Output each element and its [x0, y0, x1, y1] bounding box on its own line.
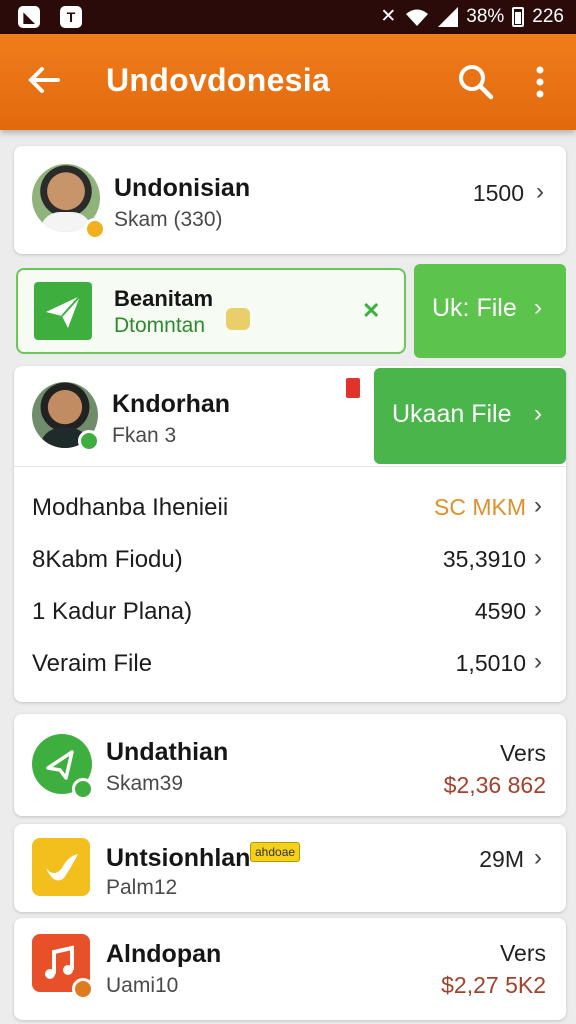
list-item-value: 35,3910 — [442, 546, 526, 572]
chevron-right-icon: › — [534, 648, 542, 675]
contact-name: Kndorhan — [112, 390, 231, 418]
list-item[interactable]: Modhanba Ihenieii SC MKM › — [14, 486, 566, 530]
contact-value: 1500 — [472, 180, 524, 206]
uk-file-button[interactable]: Uk: File › — [414, 264, 566, 358]
signal-icon — [438, 6, 459, 27]
emoji-sticker-icon — [226, 308, 250, 330]
contact-card[interactable]: Undonisian Skam (330) 1500 › — [14, 146, 566, 254]
list-item-value: 1,5010 — [455, 650, 526, 676]
back-arrow-icon[interactable] — [24, 60, 68, 104]
battery-icon — [512, 6, 525, 27]
mute-icon: ✕ — [380, 6, 397, 27]
app-name: Undathian — [106, 738, 229, 766]
clock: 226 — [532, 5, 564, 27]
app-subtitle: Skam39 — [106, 772, 184, 795]
contact-subtitle: Skam (330) — [114, 208, 223, 231]
battery-percent: 38% — [466, 5, 505, 27]
app-card[interactable]: Untsionhlan ahdoae Palm12 29M › — [14, 824, 566, 912]
app-price: $2,27 5K2 — [441, 972, 546, 998]
chevron-right-icon: › — [534, 492, 542, 519]
list-item-value: SC MKM — [434, 494, 526, 520]
contact-name: Undonisian — [114, 174, 251, 202]
app-name: Alndopan — [106, 940, 222, 968]
app-subtitle: Palm12 — [106, 876, 178, 899]
app-top-value: 29M — [479, 846, 524, 872]
contact-subtitle: Fkan 3 — [112, 424, 177, 447]
file-card[interactable]: Beanitam Dtomntan ✕ — [16, 268, 406, 354]
list-item-label: Modhanba Ihenieii — [32, 494, 229, 521]
list-item-label: 1 Kadur Plana) — [32, 598, 193, 625]
list-item[interactable]: Veraim File 1,5010 › — [14, 642, 566, 686]
status-bar: ◣ T ✕ 38% 226 — [0, 0, 576, 34]
app-price: $2,36 862 — [443, 772, 546, 798]
app-title: Undovdonesia — [106, 62, 331, 98]
status-badge — [72, 778, 94, 800]
chevron-right-icon: › — [534, 596, 542, 623]
list-item[interactable]: 8Kabm Fiodu) 35,3910 › — [14, 538, 566, 582]
divider — [14, 466, 566, 467]
list-item-label: 8Kabm Fiodu) — [32, 546, 183, 573]
app-bar: Undovdonesia — [0, 34, 576, 130]
wifi-icon — [406, 9, 429, 26]
status-badge — [78, 430, 100, 452]
app-card[interactable]: Alndopan Uami10 Vers $2,27 5K2 — [14, 918, 566, 1020]
chevron-right-icon: › — [534, 294, 542, 321]
chevron-right-icon: › — [534, 844, 542, 871]
list-item[interactable]: 1 Kadur Plana) 4590 › — [14, 590, 566, 634]
search-icon[interactable] — [456, 62, 496, 102]
app-tag: ahdoae — [250, 842, 301, 862]
red-tag-icon — [346, 378, 360, 398]
notification-icon: ◣ — [18, 6, 40, 28]
app-subtitle: Uami10 — [106, 974, 179, 997]
file-subtitle: Dtomntan — [114, 314, 206, 337]
list-item-value: 4590 — [474, 598, 526, 624]
status-badge — [72, 978, 94, 1000]
t-app-icon: T — [60, 6, 82, 28]
more-vert-icon[interactable] — [526, 62, 554, 102]
app-card[interactable]: Undathian Skam39 Vers $2,36 862 — [14, 714, 566, 816]
share-icon[interactable]: ✕ — [362, 298, 380, 324]
chevron-right-icon: › — [536, 178, 544, 205]
app-name: Untsionhlan — [106, 844, 251, 872]
list-item-label: Veraim File — [32, 650, 153, 677]
status-badge — [84, 218, 106, 240]
yellow-bird-icon — [32, 838, 90, 896]
send-icon — [34, 282, 92, 340]
ukaan-file-button[interactable]: Ukaan File › — [374, 368, 566, 464]
chevron-right-icon: › — [534, 400, 542, 427]
app-top-value: Vers — [499, 740, 546, 766]
app-top-value: Vers — [499, 940, 546, 966]
chevron-right-icon: › — [534, 544, 542, 571]
file-title: Beanitam — [114, 286, 214, 311]
